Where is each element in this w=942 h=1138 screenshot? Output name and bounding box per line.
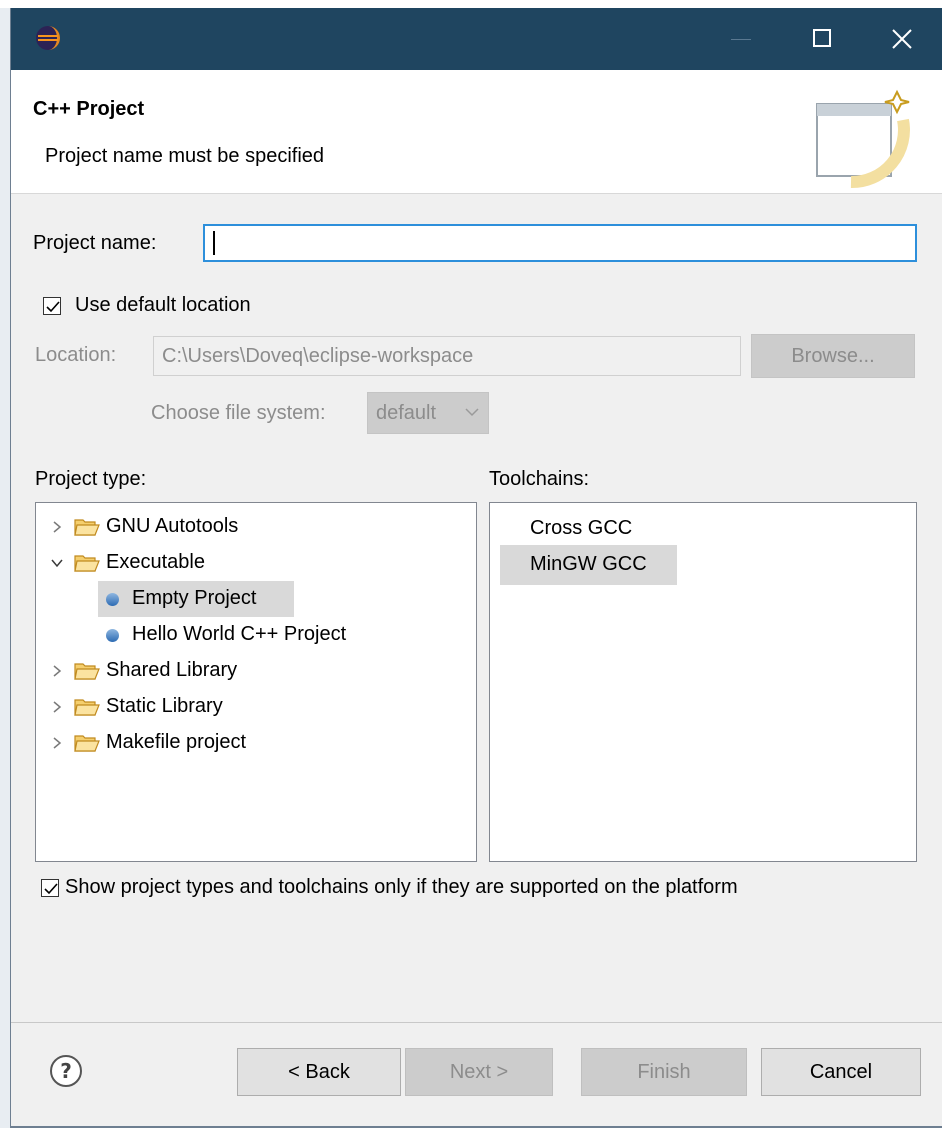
folder-icon: [74, 663, 100, 680]
help-icon[interactable]: ?: [49, 1054, 83, 1088]
toolchain-item-cross-gcc[interactable]: Cross GCC: [500, 509, 662, 549]
tree-item-static-library[interactable]: Static Library: [50, 689, 450, 725]
tree-item-gnu-autotools[interactable]: GNU Autotools: [50, 509, 450, 545]
next-button[interactable]: Next >: [405, 1048, 553, 1096]
chevron-right-icon: [53, 521, 62, 533]
checkmark-icon: [44, 883, 58, 895]
project-template-icon: [106, 629, 119, 642]
finish-button[interactable]: Finish: [581, 1048, 747, 1096]
file-system-select[interactable]: default: [367, 392, 489, 434]
title-bar[interactable]: [11, 8, 942, 70]
show-supported-only-label[interactable]: Show project types and toolchains only i…: [65, 876, 738, 899]
wizard-banner-icon: [816, 89, 910, 189]
tree-item-executable[interactable]: Executable: [50, 545, 450, 581]
project-template-icon: [106, 593, 119, 606]
location-label: Location:: [35, 344, 117, 366]
project-type-tree[interactable]: GNU Autotools Executable Empty Project H…: [35, 502, 477, 862]
tree-item-shared-library[interactable]: Shared Library: [50, 653, 450, 689]
folder-icon: [74, 735, 100, 752]
toolchains-list[interactable]: Cross GCC MinGW GCC: [489, 502, 917, 862]
text-caret: [213, 231, 215, 255]
tree-item-empty-project[interactable]: Empty Project: [98, 581, 294, 617]
close-icon: [892, 29, 912, 49]
back-button[interactable]: < Back: [237, 1048, 401, 1096]
location-input[interactable]: C:\Users\Doveq\eclipse-workspace: [153, 336, 741, 376]
checkmark-icon: [46, 301, 60, 313]
file-system-label: Choose file system:: [151, 402, 326, 424]
project-name-input[interactable]: [203, 224, 917, 262]
svg-text:?: ?: [60, 1059, 72, 1083]
minimize-icon: [731, 39, 751, 40]
cancel-button[interactable]: Cancel: [761, 1048, 921, 1096]
maximize-icon: [813, 29, 831, 47]
minimize-button[interactable]: [711, 8, 773, 70]
folder-open-icon: [74, 555, 100, 572]
chevron-right-icon: [53, 701, 62, 713]
tree-item-label: Static Library: [106, 695, 223, 717]
show-supported-only-checkbox[interactable]: [41, 879, 59, 897]
maximize-button[interactable]: [791, 8, 853, 70]
tree-item-label: Empty Project: [132, 587, 257, 609]
toolchain-item-mingw-gcc[interactable]: MinGW GCC: [500, 545, 677, 585]
use-default-location-label[interactable]: Use default location: [75, 294, 251, 317]
folder-icon: [74, 519, 100, 536]
tree-item-makefile-project[interactable]: Makefile project: [50, 725, 450, 761]
tree-item-hello-world-cpp-project[interactable]: Hello World C++ Project: [98, 617, 418, 653]
folder-icon: [74, 699, 100, 716]
tree-item-label: Shared Library: [106, 659, 238, 681]
browse-button[interactable]: Browse...: [751, 334, 915, 378]
tree-item-label: Executable: [106, 551, 205, 573]
chevron-down-icon: [465, 408, 479, 417]
use-default-location-checkbox[interactable]: [43, 297, 61, 315]
toolchains-label: Toolchains:: [489, 468, 590, 490]
tree-item-label: Makefile project: [106, 731, 247, 753]
project-name-label: Project name:: [33, 232, 157, 254]
error-message: Project name must be specified: [45, 145, 325, 167]
wizard-header: C++ Project Project name must be specifi…: [11, 70, 942, 194]
close-button[interactable]: [871, 8, 933, 70]
eclipse-icon: [36, 26, 60, 50]
new-cpp-project-dialog: C++ Project Project name must be specifi…: [10, 8, 942, 1128]
chevron-right-icon: [53, 665, 62, 677]
project-type-label: Project type:: [35, 468, 147, 490]
file-system-value: default: [376, 402, 437, 424]
chevron-down-icon: [51, 559, 63, 568]
footer-divider: [11, 1022, 942, 1023]
chevron-right-icon: [53, 737, 62, 749]
page-title: C++ Project: [33, 98, 145, 120]
tree-item-label: Hello World C++ Project: [132, 623, 347, 645]
tree-item-label: GNU Autotools: [106, 515, 239, 537]
background-window-edge: [0, 8, 10, 1128]
